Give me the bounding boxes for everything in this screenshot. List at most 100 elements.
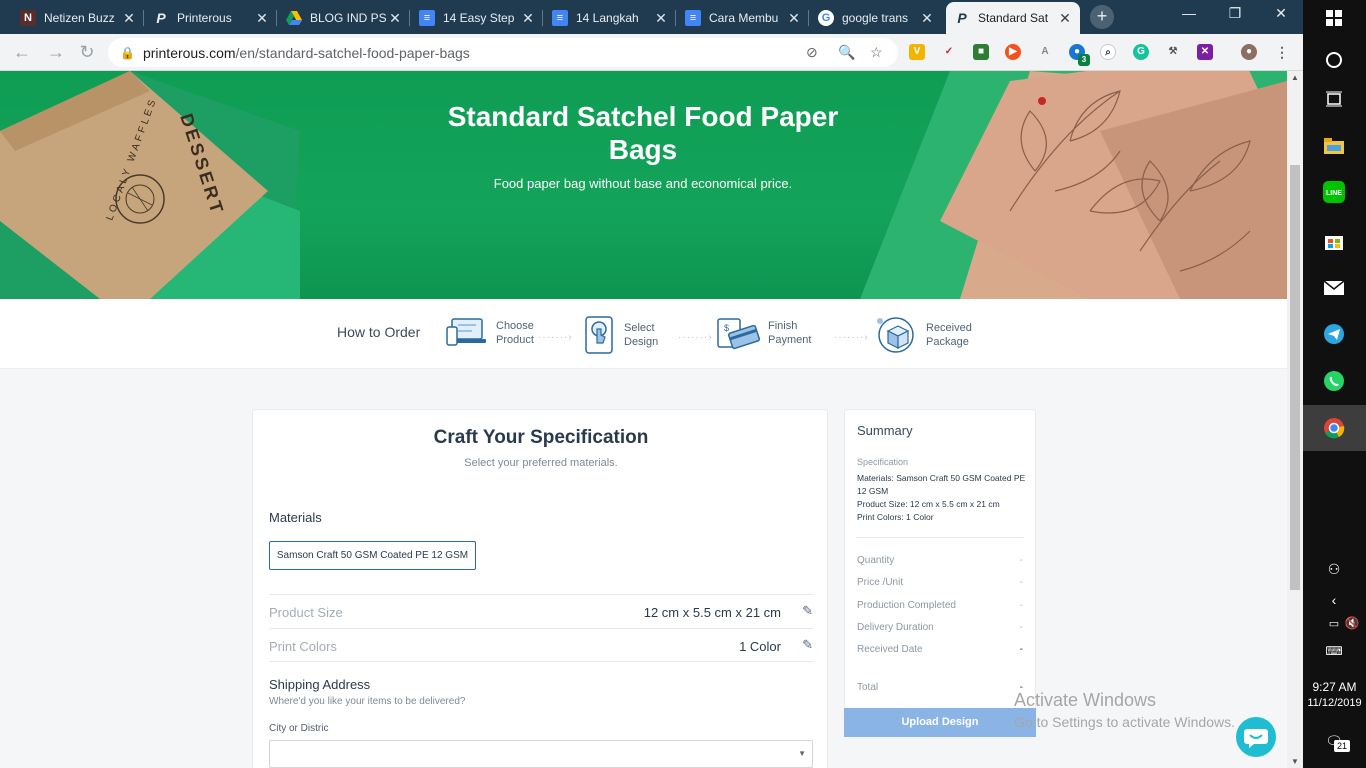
tab-google-translate[interactable]: G google trans ✕ bbox=[810, 2, 942, 34]
summary-quantity-row: Quantity - bbox=[857, 555, 1023, 566]
extension-tools-icon[interactable]: ⚒ bbox=[1165, 44, 1181, 60]
edit-pencil-icon[interactable]: ✎ bbox=[802, 637, 813, 653]
search-extension-icon[interactable]: ⌕ bbox=[1100, 44, 1116, 60]
back-icon[interactable]: ← bbox=[12, 42, 32, 62]
tab-14-langkah[interactable]: ≡ 14 Langkah ✕ bbox=[544, 2, 676, 34]
task-view-icon[interactable] bbox=[1322, 87, 1346, 111]
product-size-value: 12 cm x 5.5 cm x 21 cm bbox=[643, 605, 781, 620]
keyboard-icon[interactable]: ⌨ bbox=[1322, 639, 1346, 663]
close-tab-icon[interactable]: ✕ bbox=[920, 10, 934, 27]
line-app-icon[interactable]: LINE bbox=[1322, 180, 1346, 204]
new-tab-button[interactable]: + bbox=[1090, 5, 1114, 29]
cortana-icon[interactable] bbox=[1322, 48, 1346, 72]
activate-windows-subtitle: Go to Settings to activate Windows. bbox=[1014, 714, 1235, 730]
credit-card-icon: $ bbox=[717, 318, 760, 350]
shipping-address-subtitle: Where'd you like your items to be delive… bbox=[269, 696, 466, 707]
bookmark-star-icon[interactable]: ☆ bbox=[870, 44, 883, 61]
mail-icon[interactable] bbox=[1322, 276, 1346, 300]
tab-blog-ind[interactable]: BLOG IND PS ✕ bbox=[278, 2, 410, 34]
telegram-icon[interactable] bbox=[1322, 322, 1346, 346]
profile-avatar[interactable]: ● bbox=[1241, 44, 1257, 60]
step-label: Select Design bbox=[624, 322, 659, 348]
step-finish-payment: $ Finish Payment bbox=[716, 315, 828, 351]
url-text: printerous.com/en/standard-satchel-food-… bbox=[142, 44, 470, 61]
close-tab-icon[interactable]: ✕ bbox=[122, 10, 136, 27]
forward-icon[interactable]: → bbox=[46, 42, 66, 62]
summary-card: Summary Specification Materials: Samson … bbox=[844, 409, 1036, 737]
close-tab-icon[interactable]: ✕ bbox=[255, 10, 269, 27]
windows-start-icon[interactable] bbox=[1322, 6, 1346, 30]
close-window-button[interactable]: ✕ bbox=[1258, 5, 1304, 22]
chrome-icon[interactable] bbox=[1322, 416, 1346, 440]
step-select-design: Select Design bbox=[584, 315, 684, 355]
reload-icon[interactable]: ↻ bbox=[77, 42, 97, 62]
google-drive-icon bbox=[286, 10, 302, 26]
edit-pencil-icon[interactable]: ✎ bbox=[802, 603, 813, 619]
product-size-row: Product Size 12 cm x 5.5 cm x 21 cm ✎ bbox=[269, 594, 813, 628]
grammarly-icon[interactable]: G bbox=[1133, 44, 1149, 60]
tab-14-easy-step[interactable]: ≡ 14 Easy Step ✕ bbox=[411, 2, 543, 34]
svg-text:LINE: LINE bbox=[1326, 190, 1342, 197]
print-colors-row: Print Colors 1 Color ✎ bbox=[269, 628, 813, 662]
google-docs-icon: ≡ bbox=[685, 10, 701, 26]
close-tab-icon[interactable]: ✕ bbox=[1058, 10, 1072, 27]
microsoft-store-icon[interactable] bbox=[1322, 229, 1346, 253]
scroll-up-icon[interactable]: ▲ bbox=[1291, 73, 1299, 82]
tab-title: Cara Membu bbox=[709, 11, 779, 25]
google-icon: G bbox=[818, 10, 834, 26]
clock-date: 11/12/2019 bbox=[1307, 697, 1362, 709]
show-hidden-icons-chevron[interactable]: ‹ bbox=[1322, 588, 1346, 612]
file-explorer-icon[interactable] bbox=[1322, 134, 1346, 158]
city-select[interactable]: ▼ bbox=[269, 740, 813, 768]
address-bar[interactable]: 🔒 printerous.com/en/standard-satchel-foo… bbox=[108, 38, 898, 67]
page-subtitle: Food paper bag without base and economic… bbox=[493, 176, 793, 191]
material-option-button[interactable]: Samson Craft 50 GSM Coated PE 12 GSM bbox=[269, 541, 476, 570]
scrollbar-thumb[interactable] bbox=[1290, 165, 1300, 590]
tab-printerous[interactable]: P Printerous ✕ bbox=[145, 2, 277, 34]
printerous-icon: P bbox=[957, 10, 967, 26]
scroll-down-icon[interactable]: ▼ bbox=[1291, 757, 1299, 766]
system-clock[interactable]: 9:27 AM 11/12/2019 bbox=[1303, 679, 1366, 711]
minimize-button[interactable]: — bbox=[1166, 5, 1212, 21]
extension-purple-icon[interactable]: ✕ bbox=[1197, 44, 1213, 60]
specification-card: Craft Your Specification Select your pre… bbox=[252, 409, 828, 768]
spec-subtitle: Select your preferred materials. bbox=[464, 457, 618, 469]
zoom-icon[interactable]: 🔍 bbox=[838, 44, 855, 61]
volume-muted-icon[interactable]: 🔇 bbox=[1340, 611, 1364, 635]
tab-netizen-buzz[interactable]: N Netizen Buzz ✕ bbox=[12, 2, 144, 34]
extension-check-icon[interactable]: ✓ bbox=[941, 44, 957, 60]
summary-divider bbox=[857, 537, 1023, 538]
page-viewport: DESSERT LOCALY WAFFLES Standard Satchel … bbox=[0, 71, 1287, 768]
tab-title: Netizen Buzz bbox=[44, 11, 115, 25]
restore-button[interactable]: ❐ bbox=[1212, 5, 1258, 22]
extension-v-icon[interactable]: V bbox=[909, 44, 925, 60]
product-size-label: Product Size bbox=[269, 605, 343, 620]
step-arrow: ·······› bbox=[678, 332, 713, 343]
summary-received-row: Received Date - bbox=[857, 644, 1023, 655]
extension-orange-icon[interactable]: ▶ bbox=[1005, 44, 1021, 60]
page-title: Standard Satchel Food Paper Bags bbox=[447, 101, 839, 165]
chat-button[interactable] bbox=[1236, 717, 1276, 757]
summary-total-row: Total - bbox=[857, 682, 1023, 693]
tab-cara-membu[interactable]: ≡ Cara Membu ✕ bbox=[677, 2, 809, 34]
step-label: Finish Payment bbox=[768, 320, 812, 346]
close-tab-icon[interactable]: ✕ bbox=[521, 10, 535, 27]
upload-design-button[interactable]: Upload Design bbox=[844, 708, 1036, 737]
close-tab-icon[interactable]: ✕ bbox=[787, 10, 801, 27]
tab-strip: N Netizen Buzz ✕ P Printerous ✕ BLOG IND… bbox=[0, 0, 1303, 34]
tab-title: 14 Easy Step bbox=[443, 11, 515, 25]
whatsapp-icon[interactable] bbox=[1322, 369, 1346, 393]
close-tab-icon[interactable]: ✕ bbox=[654, 10, 668, 27]
menu-kebab-icon[interactable]: ⋮ bbox=[1274, 44, 1290, 60]
people-icon[interactable]: ⚇ bbox=[1322, 557, 1346, 581]
google-docs-icon: ≡ bbox=[419, 10, 435, 26]
summary-production-row: Production Completed - bbox=[857, 600, 1023, 611]
extension-a-icon[interactable]: A bbox=[1037, 44, 1053, 60]
extension-green-icon[interactable]: ■ bbox=[973, 44, 989, 60]
package-icon bbox=[877, 317, 914, 353]
close-tab-icon[interactable]: ✕ bbox=[388, 10, 402, 27]
browser-toolbar: ← → ↻ 🔒 printerous.com/en/standard-satch… bbox=[0, 34, 1303, 71]
blocked-popup-icon[interactable]: ⊘ bbox=[806, 44, 818, 61]
city-label: City or Distric bbox=[269, 723, 329, 734]
tab-standard-satchel[interactable]: P Standard Sat ✕ bbox=[946, 2, 1080, 34]
